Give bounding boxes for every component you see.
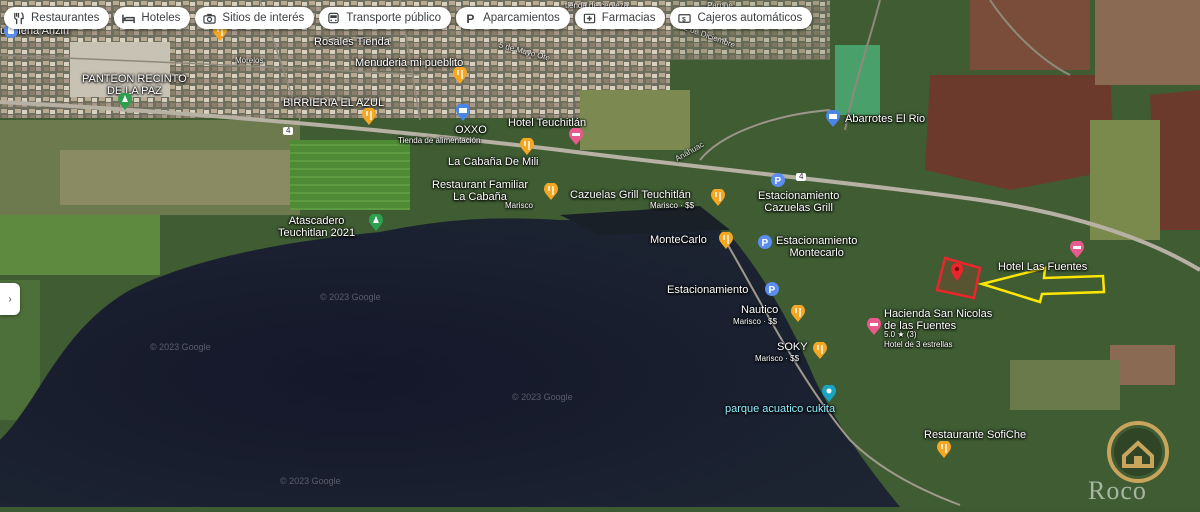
chip-label: Transporte público [346,12,442,24]
place-label: Rosales Tienda [314,36,390,48]
chip-restaurantes[interactable]: Restaurantes [4,7,110,29]
map-watermark: © 2023 Google [320,292,381,302]
place-label: Estacionamiento Montecarlo [776,235,858,259]
place-sublabel: Marisco · $$ [755,354,800,363]
place-label: Cazuelas Grill Teuchitlán [570,189,691,201]
route-shield: 4 [796,172,807,182]
chip-aparcamientos[interactable]: P Aparcamientos [456,7,570,29]
svg-text:P: P [775,176,782,187]
place-label: MonteCarlo [650,234,707,246]
restaurant-pin[interactable] [519,138,535,156]
place-label: SOKY [777,341,808,353]
place-label: PANTEON RECINTO DE LA PAZ [82,73,187,97]
landmark-pin[interactable] [368,214,384,232]
place-label: Nautico [741,304,779,316]
chip-label: Hoteles [141,12,181,24]
place-label: Restaurant Familiar La Cabaña [432,179,528,203]
filter-chip-bar: Restaurantes Hoteles Sitios de interés T… [4,7,813,29]
parking-pin[interactable]: P [764,281,780,297]
parking-pin[interactable]: P [757,234,773,250]
fork-knife-icon [14,11,24,24]
restaurant-pin[interactable] [812,342,828,360]
store-pin[interactable] [455,104,471,122]
chip-label: Sitios de interés [222,12,305,24]
map-watermark: © 2023 Google [150,342,211,352]
restaurant-pin[interactable] [361,108,377,126]
place-label: Hacienda San Nicolas de las Fuentes [884,308,993,332]
place-sublabel: Tienda de alimentación [398,136,481,145]
street-label: Morelos [235,56,264,65]
svg-text:$: $ [683,16,687,23]
atm-icon: $ [678,13,692,23]
pharmacy-icon [583,13,595,23]
chip-transporte-publico[interactable]: Transporte público [319,7,452,29]
chip-label: Cajeros automáticos [697,12,803,24]
bed-icon [122,14,136,23]
restaurant-pin[interactable] [543,183,559,201]
place-label: Abarrotes El Rio [845,113,926,125]
map-watermark: © 2023 Google [280,476,341,486]
restaurant-pin[interactable] [718,232,734,250]
place-label: Menuderia mi pueblito [355,57,464,69]
place-label: La Cabaña De Mili [448,156,539,168]
chip-farmacias[interactable]: Farmacias [574,7,666,29]
hotel-pin[interactable] [866,318,882,336]
map-watermark: © 2023 Google [512,392,573,402]
place-sublabel: Hotel de 3 estrellas [884,340,953,349]
svg-text:P: P [769,285,776,296]
place-sublabel: Marisco [505,201,534,210]
store-pin[interactable] [825,110,841,128]
chip-label: Aparcamientos [483,12,560,24]
restaurant-pin[interactable] [452,67,468,85]
hotel-pin[interactable] [1069,241,1085,259]
place-label: Restaurante SofiChe [924,429,1027,441]
restaurant-pin[interactable] [710,189,726,207]
chip-sitios-de-interes[interactable]: Sitios de interés [195,7,315,29]
brand-name: Roco [1088,476,1147,505]
expand-panel-button[interactable]: › [0,283,20,315]
parking-pin[interactable]: P [770,172,786,188]
place-rating: 5.0 ★ (3) [884,330,917,339]
camera-icon [203,13,217,24]
location-marker-icon[interactable] [950,262,964,282]
place-label: Estacionamiento Cazuelas Grill [758,190,840,214]
restaurant-pin[interactable] [936,441,952,459]
chevron-right-icon: › [8,293,12,305]
bus-icon [328,12,339,23]
place-label: parque acuatico cukita [725,403,836,415]
place-label: Atascadero Teuchitlan 2021 [278,215,356,239]
landmark-pin[interactable] [117,93,133,111]
place-sublabel: Marisco · $$ [650,201,695,210]
chip-hoteles[interactable]: Hoteles [114,7,191,29]
place-label: Hotel Las Fuentes [998,261,1088,273]
svg-text:P: P [466,12,474,25]
hotel-pin[interactable] [568,128,584,146]
chip-label: Farmacias [601,12,656,24]
chip-cajeros-automaticos[interactable]: $ Cajeros automáticos [670,7,813,29]
svg-text:P: P [762,238,769,249]
restaurant-pin[interactable] [790,305,806,323]
chip-label: Restaurantes [31,12,100,24]
route-shield: 4 [283,126,294,136]
place-sublabel: Marisco · $$ [733,317,778,326]
place-label: OXXO [455,124,487,136]
parking-icon: P [466,12,474,25]
place-label: Estacionamiento [667,284,749,296]
plowed-field [925,75,1115,190]
attraction-pin[interactable] [821,385,837,403]
